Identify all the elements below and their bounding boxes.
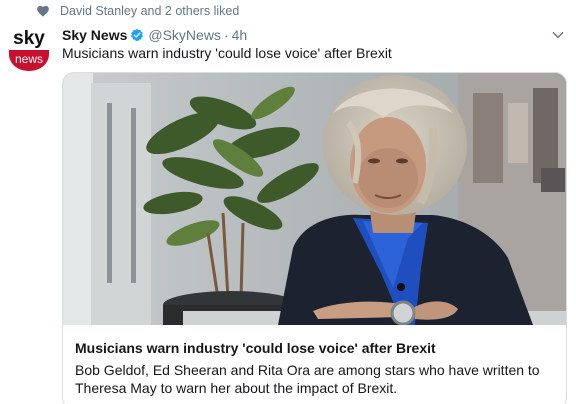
- tweet-text: Musicians warn industry 'could lose voic…: [62, 45, 392, 61]
- article-photo: [63, 73, 566, 325]
- social-context[interactable]: David Stanley and 2 others liked: [36, 3, 239, 19]
- link-card[interactable]: Musicians warn industry 'could lose voic…: [62, 72, 567, 404]
- heart-icon: [37, 5, 49, 17]
- sky-news-logo: sky news: [6, 26, 52, 72]
- avatar[interactable]: sky news: [6, 26, 52, 72]
- author-name[interactable]: Sky News: [62, 27, 127, 43]
- logo-top-text: sky: [13, 28, 45, 49]
- chevron-down-icon[interactable]: [551, 28, 565, 42]
- card-title[interactable]: Musicians warn industry 'could lose voic…: [75, 339, 554, 357]
- card-image[interactable]: [63, 73, 566, 325]
- card-description: Bob Geldof, Ed Sheeran and Rita Ora are …: [75, 362, 540, 396]
- verified-badge-icon: [131, 28, 144, 42]
- logo-bottom-text: news: [15, 52, 43, 66]
- separator-dot: ·: [223, 27, 229, 43]
- tweet-timestamp[interactable]: 4h: [232, 27, 248, 43]
- tweet-header: Sky News @SkyNews · 4h: [62, 26, 247, 44]
- author-handle[interactable]: @SkyNews: [148, 27, 221, 43]
- social-context-text: David Stanley and 2 others liked: [60, 4, 240, 18]
